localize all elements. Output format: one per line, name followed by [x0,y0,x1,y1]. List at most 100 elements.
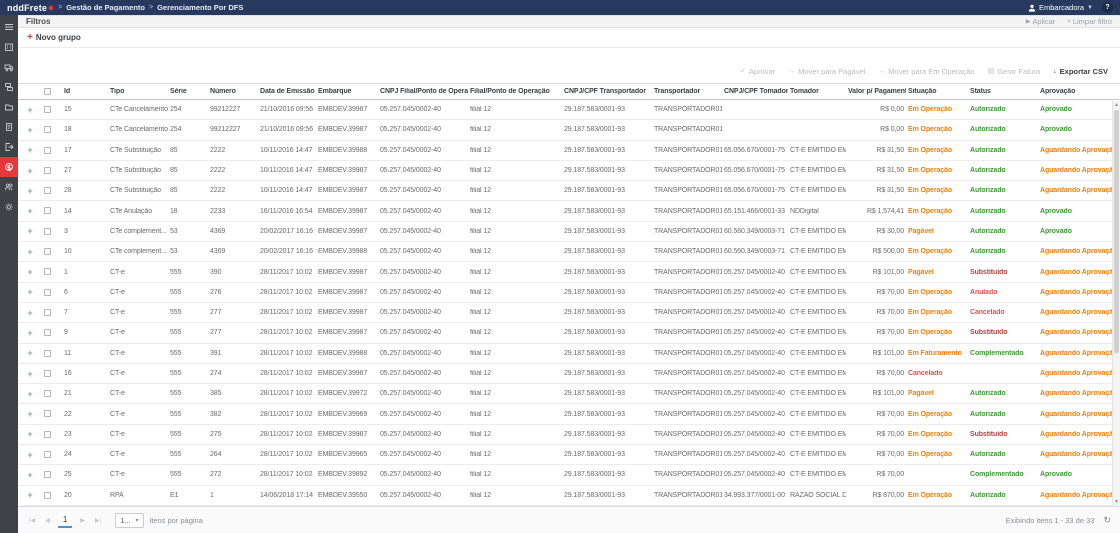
table-row[interactable]: + 6 CT-e 555 276 28/11/2017 10:02 EMBDEV… [18,283,1120,303]
scroll-down-icon[interactable]: ▼ [1113,498,1120,506]
expand-row-icon[interactable]: + [27,186,32,196]
table-row[interactable]: + 27 CTe Substituição 85 2222 10/11/2016… [18,161,1120,181]
row-checkbox[interactable] [44,228,51,235]
column-header[interactable]: CNPJ/CPF Tomador↑ [722,88,788,95]
refresh-icon[interactable]: ↻ [1103,515,1111,526]
sidebar-item-folder[interactable] [0,97,18,117]
row-checkbox[interactable] [44,329,51,336]
expand-row-icon[interactable]: + [27,125,32,135]
sidebar-item-cargo[interactable] [0,77,18,97]
table-row[interactable]: + 18 CTe Cancelamento 254 99212227 21/10… [18,120,1120,140]
row-checkbox[interactable] [44,167,51,174]
table-row[interactable]: + 10 CTe complement... 53 4369 20/02/201… [18,242,1120,262]
vertical-scrollbar[interactable]: ▲ ▼ [1112,101,1120,506]
app-logo[interactable]: nddFrete [7,3,47,13]
sidebar-item-company[interactable] [0,37,18,57]
clear-filter-button[interactable]: × Limpar filtro [1067,17,1112,26]
row-checkbox[interactable] [44,451,51,458]
column-header[interactable]: Tipo↑ [108,88,168,95]
column-header[interactable]: Situação↑ [906,88,968,95]
row-checkbox[interactable] [44,289,51,296]
expand-row-icon[interactable]: + [27,429,32,439]
scrollbar-thumb[interactable] [1114,110,1119,353]
row-checkbox[interactable] [44,207,51,214]
current-page-button[interactable]: 1 [58,512,72,528]
breadcrumb-item-gestao[interactable]: Gestão de Pagamento [66,3,145,12]
last-page-button[interactable]: ▶| [93,517,103,524]
row-checkbox[interactable] [44,309,51,316]
table-row[interactable]: + 22 CT-e 555 382 28/11/2017 10:02 EMBDE… [18,404,1120,424]
sidebar-item-exit[interactable] [0,137,18,157]
table-row[interactable]: + 3 CTe complement... 53 4369 20/02/2017… [18,222,1120,242]
expand-row-icon[interactable]: + [27,226,32,236]
expand-row-icon[interactable]: + [27,490,32,500]
expand-row-icon[interactable]: + [27,105,32,115]
sidebar-item-users[interactable] [0,177,18,197]
expand-row-icon[interactable]: + [27,145,32,155]
table-row[interactable]: + 28 CTe Substituição 85 2222 10/11/2016… [18,181,1120,201]
row-checkbox[interactable] [44,370,51,377]
table-row[interactable]: + 16 CT-e 555 274 28/11/2017 10:02 EMBDE… [18,364,1120,384]
sidebar-item-document[interactable] [0,117,18,137]
table-row[interactable]: + 24 CT-e 555 264 28/11/2017 10:02 EMBDE… [18,445,1120,465]
table-row[interactable]: + 21 CT-e 555 385 28/11/2017 10:02 EMBDE… [18,384,1120,404]
column-header[interactable]: Filial/Ponto de Operação↑ [468,88,562,95]
row-checkbox[interactable] [44,147,51,154]
sidebar-item-payment[interactable] [0,157,18,177]
next-page-button[interactable]: ▶ [78,517,87,524]
column-header[interactable]: Série↑ [168,88,208,95]
first-page-button[interactable]: |◀ [27,517,37,524]
move-to-operation-button[interactable]: → Mover para Em Operação [878,67,974,76]
column-header[interactable]: Id↑ [62,88,108,95]
column-header[interactable]: Valor p/ Pagamento↑ [846,88,906,95]
row-checkbox[interactable] [44,350,51,357]
select-all-checkbox[interactable] [44,88,51,95]
column-header[interactable]: Status↑ [968,88,1038,95]
expand-row-icon[interactable]: + [27,166,32,176]
row-checkbox[interactable] [44,126,51,133]
column-header[interactable]: Embarque↑ [316,88,378,95]
table-row[interactable]: + 14 CTe Anulação 18 2233 16/11/2016 16:… [18,201,1120,221]
table-row[interactable]: + 17 CTe Substituição 85 2222 10/11/2016… [18,141,1120,161]
help-button[interactable]: ? [1102,2,1113,13]
row-checkbox[interactable] [44,390,51,397]
scroll-up-icon[interactable]: ▲ [1113,101,1120,109]
table-row[interactable]: + 25 CT-e 555 272 28/11/2017 10:02 EMBDE… [18,465,1120,485]
expand-row-icon[interactable]: + [27,409,32,419]
column-header[interactable]: Data de Emissão↑ [258,88,316,95]
expand-row-icon[interactable]: + [27,267,32,277]
row-checkbox[interactable] [44,268,51,275]
expand-row-icon[interactable]: + [27,450,32,460]
table-row[interactable]: + 23 CT-e 555 275 28/11/2017 10:02 EMBDE… [18,425,1120,445]
sidebar-item-truck[interactable] [0,57,18,77]
row-checkbox[interactable] [44,106,51,113]
sidebar-item-settings[interactable] [0,197,18,217]
move-to-payable-button[interactable]: → Mover para Pagável [788,67,865,76]
generate-invoice-button[interactable]: ▤ Gerar Fatura [988,67,1041,76]
expand-row-icon[interactable]: + [27,389,32,399]
table-row[interactable]: + 15 CTe Cancelamento 254 99212227 21/10… [18,100,1120,120]
expand-row-icon[interactable]: + [27,206,32,216]
row-checkbox[interactable] [44,492,51,499]
row-checkbox[interactable] [44,187,51,194]
row-checkbox[interactable] [44,471,51,478]
expand-row-icon[interactable]: + [27,287,32,297]
expand-row-icon[interactable]: + [27,470,32,480]
expand-row-icon[interactable]: + [27,328,32,338]
row-checkbox[interactable] [44,410,51,417]
column-header[interactable]: Aprovação↑ [1038,88,1120,95]
sidebar-menu-toggle[interactable] [0,17,18,37]
approve-button[interactable]: ✓ Aprovar [740,67,775,76]
table-row[interactable]: + 11 CT-e 555 391 28/11/2017 10:02 EMBDE… [18,344,1120,364]
column-header[interactable]: Transportador↑ [652,88,722,95]
expand-row-icon[interactable]: + [27,247,32,257]
table-row[interactable]: + 9 CT-e 555 277 28/11/2017 10:02 EMBDEV… [18,323,1120,343]
expand-row-icon[interactable]: + [27,369,32,379]
row-checkbox[interactable] [44,431,51,438]
user-menu[interactable]: Embarcadora ▼ [1028,3,1093,12]
column-header[interactable]: CNPJ Filial/Ponto de Operação↑ [378,88,468,95]
table-row[interactable]: + 7 CT-e 555 277 28/11/2017 10:02 EMBDEV… [18,303,1120,323]
column-header[interactable]: Tomador↑ [788,88,846,95]
prev-page-button[interactable]: ◀ [43,517,52,524]
export-csv-button[interactable]: ↓ Exportar CSV [1053,67,1108,76]
